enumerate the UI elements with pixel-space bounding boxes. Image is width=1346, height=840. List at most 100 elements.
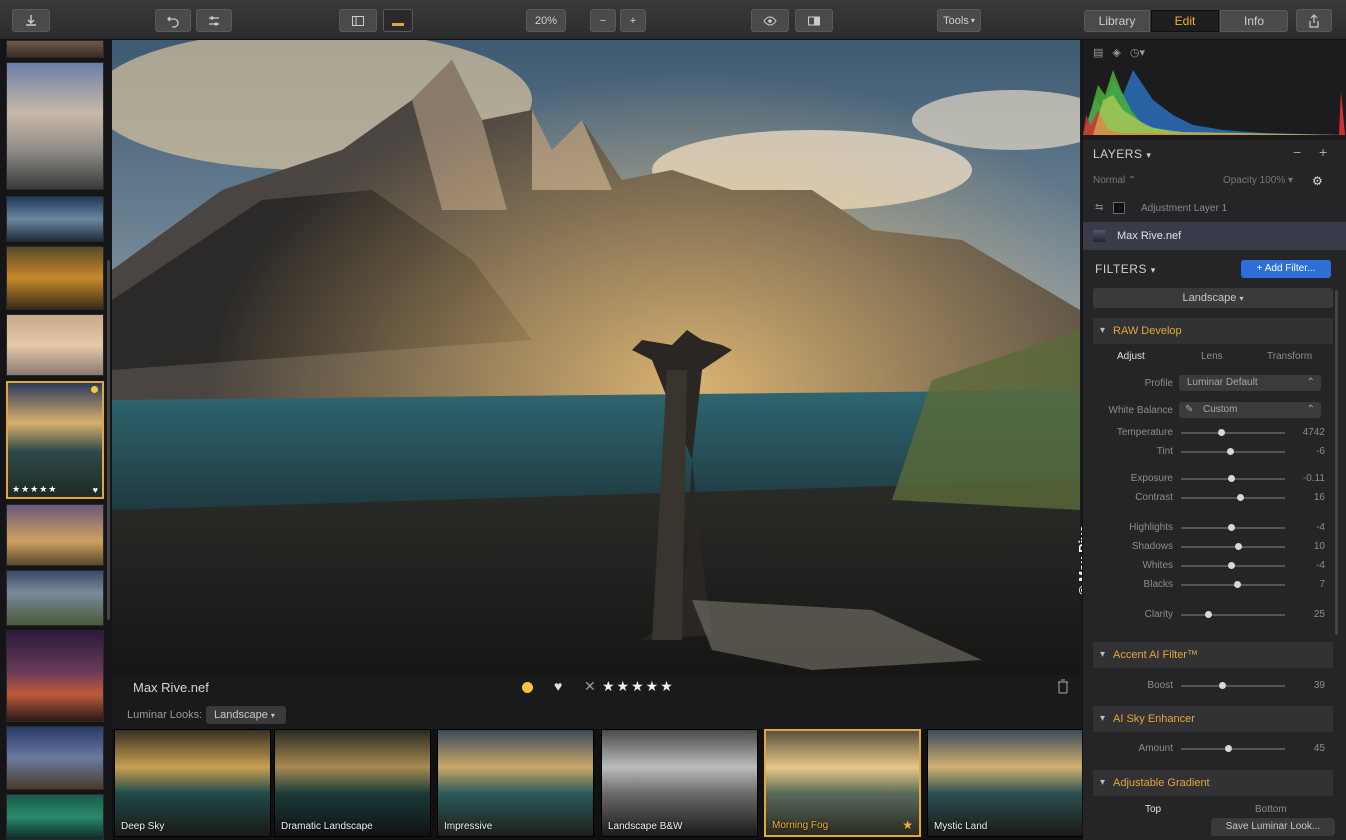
tab-adjust[interactable]: Adjust — [1117, 351, 1145, 362]
slider-knob[interactable] — [1227, 475, 1235, 482]
slider-label: Contrast — [1135, 492, 1173, 503]
favorite-heart-icon[interactable]: ♥ — [554, 678, 562, 694]
look-preset[interactable]: Deep Sky — [114, 729, 271, 837]
look-name: Mystic Land — [934, 821, 988, 832]
raw-develop-header[interactable]: RAW Develop — [1093, 318, 1333, 344]
adjust-slider[interactable] — [1181, 562, 1285, 569]
thumb-rating: ★★★★★ — [12, 484, 58, 494]
trash-icon[interactable] — [1057, 679, 1069, 695]
filmstrip-scrollbar[interactable] — [107, 260, 110, 620]
filters-title[interactable]: FILTERS ▾ — [1095, 262, 1156, 276]
ai-sky-header[interactable]: AI Sky Enhancer — [1093, 706, 1333, 732]
film-thumb[interactable] — [6, 196, 104, 242]
slider-knob[interactable] — [1217, 429, 1225, 436]
accent-ai-header[interactable]: Accent AI Filter™ — [1093, 642, 1333, 668]
preview-button[interactable] — [751, 9, 789, 32]
film-thumb[interactable] — [6, 726, 104, 790]
compare-sliders-button[interactable] — [196, 9, 232, 32]
tools-menu[interactable]: Tools ▾ — [937, 9, 981, 32]
adjust-slider[interactable] — [1181, 543, 1285, 550]
film-thumb[interactable] — [6, 40, 104, 58]
plus-icon: + — [629, 14, 637, 27]
adjust-slider[interactable] — [1181, 524, 1285, 531]
boost-slider[interactable] — [1181, 682, 1285, 689]
opacity-control[interactable]: Opacity 100% ▾ — [1223, 175, 1293, 186]
slider-knob[interactable] — [1227, 562, 1235, 569]
looks-category-select[interactable]: Landscape ▾ — [206, 706, 286, 724]
sliders-icon — [209, 15, 219, 26]
film-thumb[interactable] — [6, 630, 104, 722]
import-button[interactable] — [12, 9, 50, 32]
panel-scrollbar[interactable] — [1335, 290, 1338, 635]
zoom-level[interactable]: 20% — [526, 9, 566, 32]
layer-visibility-icon[interactable]: ⇆ — [1095, 202, 1103, 213]
filmstrip-toggle-button[interactable] — [383, 9, 413, 32]
tab-info[interactable]: Info — [1220, 10, 1288, 32]
slider-knob[interactable] — [1224, 745, 1232, 752]
undo-button[interactable] — [155, 9, 191, 32]
amount-slider[interactable] — [1181, 745, 1285, 752]
zoom-out-button[interactable]: − — [590, 9, 616, 32]
chevron-down-icon: ▾ — [1146, 150, 1152, 160]
reject-icon[interactable]: ✕ — [584, 678, 596, 695]
adjust-slider[interactable] — [1181, 448, 1285, 455]
look-name: Landscape B&W — [608, 821, 683, 832]
tab-library[interactable]: Library — [1084, 10, 1150, 32]
film-thumb[interactable] — [6, 246, 104, 310]
slider-knob[interactable] — [1205, 611, 1213, 618]
slider-knob[interactable] — [1234, 581, 1242, 588]
tab-bottom[interactable]: Bottom — [1255, 804, 1287, 815]
add-filter-button[interactable]: + Add Filter... — [1241, 260, 1331, 278]
adjust-slider[interactable] — [1181, 611, 1285, 618]
adjust-slider[interactable] — [1181, 429, 1285, 436]
profile-value: Luminar Default — [1187, 377, 1258, 388]
slider-knob[interactable] — [1227, 524, 1235, 531]
look-preset[interactable]: Dramatic Landscape — [274, 729, 431, 837]
color-label-button[interactable] — [522, 682, 533, 693]
slider-knob[interactable] — [1235, 543, 1243, 550]
before-after-button[interactable] — [795, 9, 833, 32]
look-preset[interactable]: Landscape B&W — [601, 729, 758, 837]
adjustable-gradient-header[interactable]: Adjustable Gradient — [1093, 770, 1333, 796]
slider-knob[interactable] — [1237, 494, 1245, 501]
eyedropper-icon[interactable]: ✎ — [1185, 402, 1193, 418]
tab-transform[interactable]: Transform — [1267, 351, 1312, 362]
white-balance-select[interactable]: ✎ Custom ⌃ — [1179, 402, 1321, 418]
star-rating[interactable]: ★★★★★ — [602, 678, 675, 695]
share-button[interactable] — [1296, 9, 1332, 32]
save-look-button[interactable]: Save Luminar Look... — [1211, 818, 1335, 836]
adjust-slider[interactable] — [1181, 581, 1285, 588]
favorite-star-icon[interactable]: ★ — [902, 818, 913, 832]
blend-mode-select[interactable]: Normal ⌃ — [1093, 175, 1136, 186]
film-thumb[interactable] — [6, 62, 104, 190]
look-preset[interactable]: Impressive — [437, 729, 594, 837]
layers-title[interactable]: LAYERS ▾ — [1093, 147, 1151, 161]
look-preset-selected[interactable]: Morning Fog ★ — [764, 729, 921, 837]
layer-thumbnail — [1093, 230, 1105, 242]
film-thumb[interactable] — [6, 314, 104, 376]
layer-row-selected[interactable]: Max Rive.nef — [1083, 222, 1346, 250]
profile-select[interactable]: Luminar Default ⌃ — [1179, 375, 1321, 391]
luminar-looks-bar: Luminar Looks: Landscape ▾ — [112, 701, 1080, 729]
layer-settings-icon[interactable]: ⚙ — [1312, 174, 1323, 188]
film-thumb[interactable] — [6, 504, 104, 566]
tab-edit[interactable]: Edit — [1151, 10, 1219, 32]
slider-knob[interactable] — [1226, 448, 1234, 455]
zoom-in-button[interactable]: + — [620, 9, 646, 32]
slider-knob[interactable] — [1218, 682, 1226, 689]
workspace-select[interactable]: Landscape ▾ — [1093, 288, 1333, 308]
tab-lens[interactable]: Lens — [1201, 351, 1223, 362]
slider-value: 4742 — [1302, 427, 1325, 438]
adjust-slider[interactable] — [1181, 475, 1285, 482]
main-photo[interactable] — [112, 40, 1080, 675]
film-thumb[interactable] — [6, 570, 104, 626]
adjust-slider[interactable] — [1181, 494, 1285, 501]
film-thumb-selected[interactable]: ★★★★★ ♥ — [6, 381, 104, 499]
remove-layer-button[interactable]: − — [1293, 144, 1301, 160]
tab-top[interactable]: Top — [1145, 804, 1161, 815]
panel-layout-button[interactable] — [339, 9, 377, 32]
film-thumb[interactable] — [6, 794, 104, 840]
add-layer-button[interactable]: + — [1319, 144, 1327, 160]
layer-row[interactable]: ⇆ Adjustment Layer 1 — [1083, 196, 1346, 222]
look-preset[interactable]: Mystic Land — [927, 729, 1084, 837]
